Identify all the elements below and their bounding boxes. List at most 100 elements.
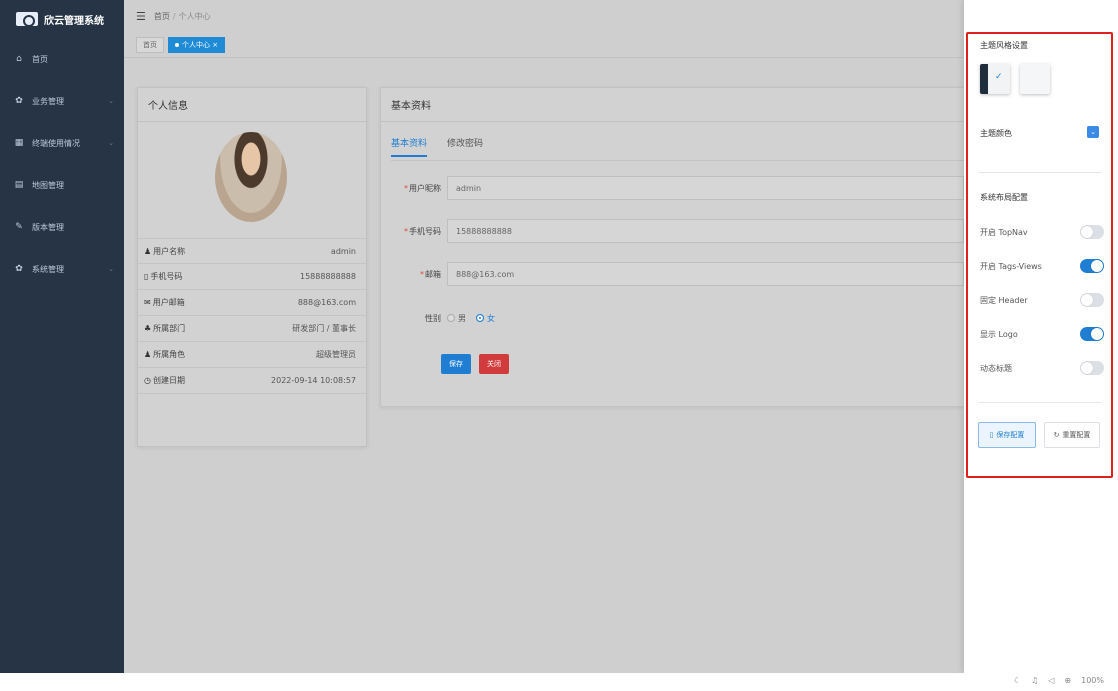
form-row-gender: 性别 男 女 <box>381 304 964 332</box>
home-icon: ⌂ <box>16 54 22 64</box>
zoom-icon[interactable]: ⊕ <box>1064 676 1071 685</box>
info-row-created: ◷ 创建日期 2022-09-14 10:08:57 <box>138 368 366 394</box>
hamburger-icon[interactable]: ☰ <box>136 10 146 23</box>
topnav-switch[interactable] <box>1080 225 1104 239</box>
save-config-label: 保存配置 <box>996 431 1025 439</box>
radio-label: 女 <box>487 313 495 323</box>
sidebar-item-label: 业务管理 <box>32 96 64 106</box>
sidebar-item-label: 系统管理 <box>32 264 64 274</box>
form-row-email: *邮箱 888@163.com <box>381 260 964 288</box>
document-icon: ▯ <box>989 431 994 439</box>
user-icon: ♟ <box>144 246 152 256</box>
edit-icon: ✎ <box>15 222 23 232</box>
divider <box>978 402 1102 403</box>
breadcrumb: 首页 / 个人中心 <box>153 11 211 21</box>
basic-info-title: 基本资料 <box>381 88 964 122</box>
tags-view: 首页 个人中心 × <box>124 32 964 58</box>
sidebar-item-business[interactable]: ✿ 业务管理 ⌄ <box>0 80 124 122</box>
switch-row-dynamic-title: 动态标题 <box>980 358 1104 378</box>
theme-light-option[interactable] <box>1020 64 1050 94</box>
phone-input[interactable]: 15888888888 <box>447 219 964 243</box>
tag-profile[interactable]: 个人中心 × <box>168 36 226 53</box>
form-row-phone: *手机号码 15888888888 <box>381 217 964 245</box>
tab-basic-info[interactable]: 基本资料 <box>391 136 428 157</box>
theme-color-label: 主题颜色 <box>980 129 1012 138</box>
phone-label: *手机号码 <box>404 226 441 236</box>
email-input[interactable]: 888@163.com <box>447 262 964 286</box>
theme-color-picker[interactable]: ⌄ <box>1087 126 1099 138</box>
info-label: 所属角色 <box>153 350 186 359</box>
tab-change-password[interactable]: 修改密码 <box>447 136 483 157</box>
info-row-dept: ♣ 所属部门 研发部门 / 董事长 <box>138 316 366 342</box>
theme-style-title: 主题风格设置 <box>980 41 1028 50</box>
avatar[interactable] <box>215 132 287 222</box>
info-value: 15888888888 <box>300 272 356 281</box>
main-content: ☰ 首页 / 个人中心 首页 个人中心 × 个人信息 ♟ 用户名称 admin ▯ 手机… <box>124 0 965 673</box>
breadcrumb-home[interactable]: 首页 <box>154 12 170 21</box>
sidebar-item-home[interactable]: ⌂ 首页 <box>0 38 124 80</box>
sidebar-item-system[interactable]: ✿ 系统管理 ⌄ <box>0 248 124 290</box>
reset-config-button[interactable]: ↻ 重置配置 <box>1044 422 1100 448</box>
refresh-icon: ↻ <box>1053 431 1060 439</box>
grid-icon: ▦ <box>14 138 24 148</box>
nickname-label: *用户昵称 <box>404 183 441 193</box>
sidebar: 欣云管理系统 ⌂ 首页 ✿ 业务管理 ⌄ ▦ 终端使用情况 ⌄ ▤ 地图管理 ✎… <box>0 0 124 673</box>
info-value: 2022-09-14 10:08:57 <box>271 376 356 385</box>
sidebar-item-map[interactable]: ▤ 地图管理 <box>0 164 124 206</box>
reset-config-label: 重置配置 <box>1062 431 1091 439</box>
switch-row-tagsviews: 开启 Tags-Views <box>980 256 1104 276</box>
switch-label: 开启 Tags-Views <box>980 261 1042 271</box>
layout-config-title: 系统布局配置 <box>980 193 1028 202</box>
tag-profile-label: 个人中心 × <box>182 40 219 49</box>
moon-icon[interactable]: ☾ <box>1014 676 1021 685</box>
gear-icon: ✿ <box>15 96 23 106</box>
fixed-header-switch[interactable] <box>1080 293 1104 307</box>
sidebar-item-terminal[interactable]: ▦ 终端使用情况 ⌄ <box>0 122 124 164</box>
speaker-icon[interactable]: ◁ <box>1048 676 1054 685</box>
tabs-divider <box>391 160 964 161</box>
switch-label: 显示 Logo <box>980 329 1018 339</box>
sidebar-item-label: 首页 <box>32 54 48 64</box>
sidebar-item-label: 版本管理 <box>32 222 64 232</box>
peoples-icon: ♟ <box>144 350 152 359</box>
doc-icon: ▤ <box>14 180 24 190</box>
tree-icon: ♣ <box>144 324 152 333</box>
info-label: 所属部门 <box>153 324 186 333</box>
check-icon: ✓ <box>995 72 1003 82</box>
switch-label: 动态标题 <box>980 363 1012 373</box>
gender-male-radio[interactable]: 男 <box>447 313 466 324</box>
gender-female-radio[interactable]: 女 <box>476 313 495 324</box>
switch-label: 固定 Header <box>980 295 1028 305</box>
radio-label: 男 <box>458 313 466 323</box>
status-bar: ☾ ♫ ◁ ⊕ 100% <box>0 673 1118 691</box>
switch-label: 开启 TopNav <box>980 227 1028 237</box>
info-value: admin <box>330 246 356 256</box>
show-logo-switch[interactable] <box>1080 327 1104 341</box>
info-label: 手机号码 <box>150 272 183 281</box>
theme-dark-option[interactable]: ✓ <box>980 64 1010 94</box>
status-icons: ☾ ♫ ◁ ⊕ 100% <box>1014 676 1104 685</box>
save-button[interactable]: 保存 <box>441 354 471 374</box>
dynamic-title-switch[interactable] <box>1080 361 1104 375</box>
chevron-down-icon: ⌄ <box>108 139 114 147</box>
sidebar-item-label: 终端使用情况 <box>32 138 80 148</box>
save-config-button[interactable]: ▯ 保存配置 <box>978 422 1036 448</box>
logo-icon <box>16 12 38 27</box>
basic-info-tabs: 基本资料 修改密码 <box>391 136 483 157</box>
app-name: 欣云管理系统 <box>44 15 104 27</box>
switch-row-logo: 显示 Logo <box>980 324 1104 344</box>
bell-icon[interactable]: ♫ <box>1031 676 1038 685</box>
tag-home[interactable]: 首页 <box>136 36 164 53</box>
info-value: 研发部门 / 董事长 <box>292 324 356 333</box>
form-row-nickname: *用户昵称 admin <box>381 174 964 202</box>
app-logo[interactable]: 欣云管理系统 <box>0 0 124 38</box>
gender-label: 性别 <box>425 313 441 323</box>
switch-row-topnav: 开启 TopNav <box>980 222 1104 242</box>
tagsviews-switch[interactable] <box>1080 259 1104 273</box>
settings-drawer: 主题风格设置 ✓ 主题颜色 ⌄ 系统布局配置 开启 TopNav 开启 Tags… <box>964 0 1118 673</box>
chevron-down-icon: ⌄ <box>108 97 114 105</box>
nickname-input[interactable]: admin <box>447 176 964 200</box>
close-button[interactable]: 关闭 <box>479 354 509 374</box>
sidebar-item-version[interactable]: ✎ 版本管理 <box>0 206 124 248</box>
chevron-down-icon: ⌄ <box>1090 128 1096 136</box>
